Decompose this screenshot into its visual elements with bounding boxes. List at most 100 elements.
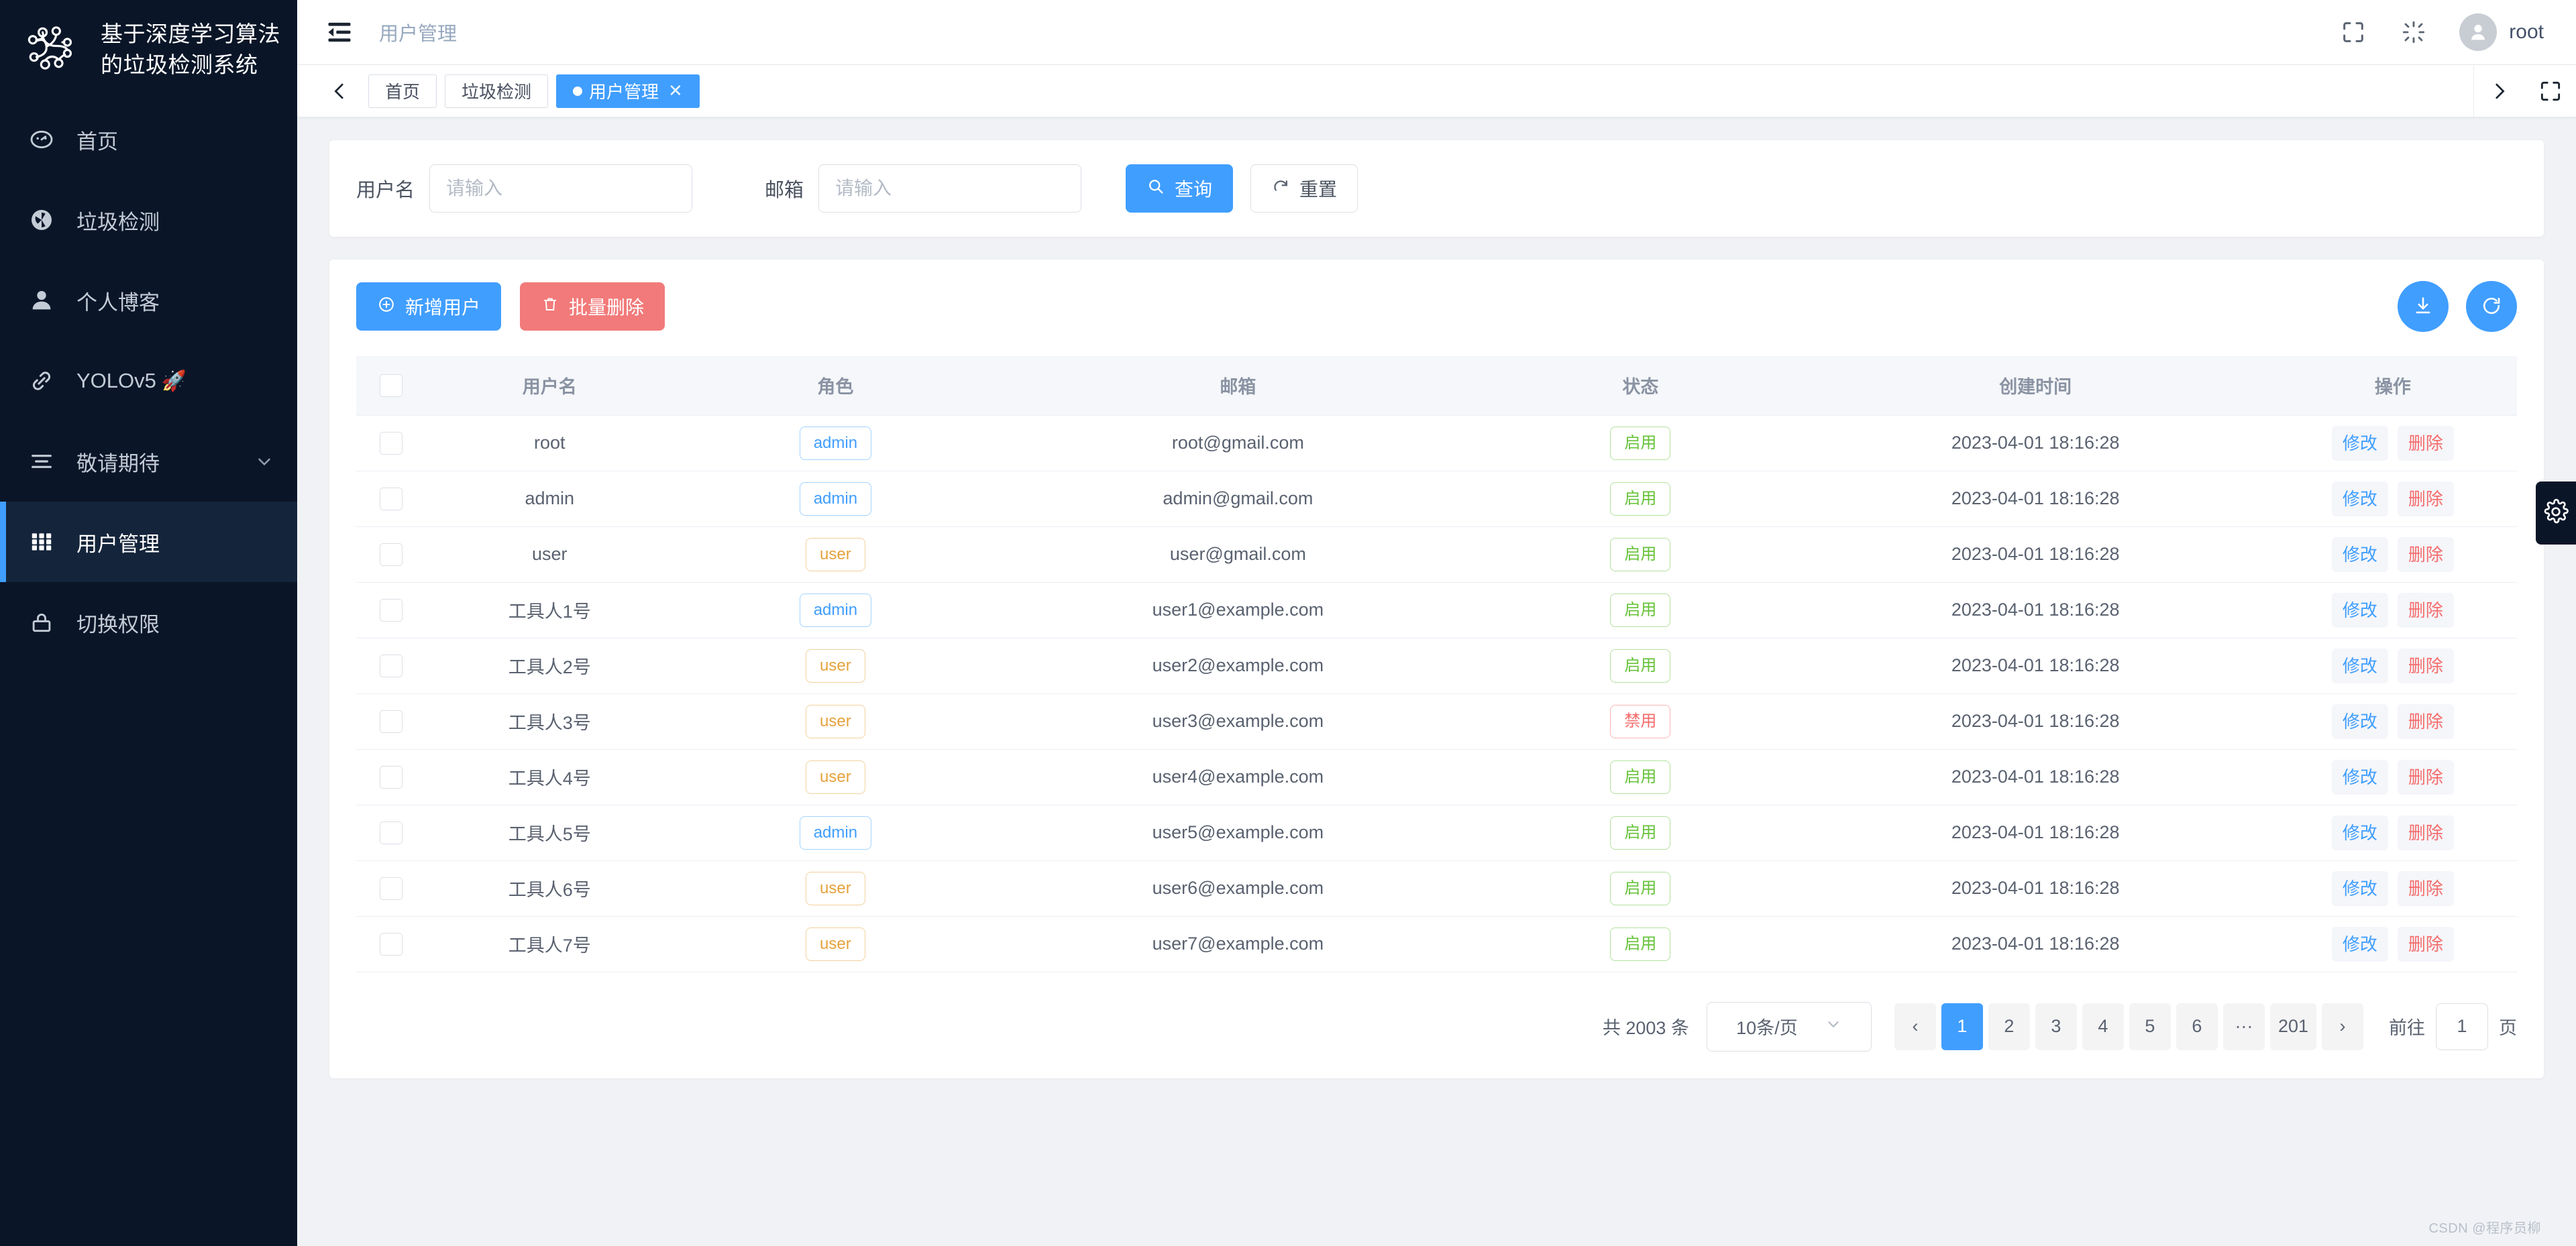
tab-home[interactable]: 首页 xyxy=(368,74,437,108)
cell-email: user5@example.com xyxy=(997,805,1479,861)
breadcrumb[interactable]: 用户管理 xyxy=(379,18,457,46)
edit-button[interactable]: 修改 xyxy=(2331,536,2388,572)
pagination-prev-button[interactable]: ‹ xyxy=(1894,1003,1936,1050)
table-row: user user user@gmail.com 启用 2023-04-01 18:16… xyxy=(356,526,2517,583)
sidebar-item-home[interactable]: 首页 xyxy=(0,99,297,180)
collapse-menu-icon[interactable] xyxy=(324,17,355,48)
sidebar-item-garbage-detection[interactable]: 垃圾检测 xyxy=(0,180,297,260)
edit-button[interactable]: 修改 xyxy=(2331,870,2388,906)
cell-role: admin xyxy=(674,471,998,527)
chevron-down-icon[interactable] xyxy=(254,451,274,471)
pagination-page-button[interactable]: 2 xyxy=(1988,1003,2030,1050)
settings-drawer-handle[interactable] xyxy=(2536,482,2576,545)
page-size-select[interactable]: 10条/页 xyxy=(1706,1001,1872,1052)
edit-button[interactable]: 修改 xyxy=(2331,703,2388,739)
delete-button[interactable]: 删除 xyxy=(2397,703,2454,739)
sidebar-item-yolov5[interactable]: YOLOv5 🚀 xyxy=(0,341,297,421)
pagination-page-button[interactable]: 4 xyxy=(2082,1003,2124,1050)
pagination-ellipsis[interactable]: ··· xyxy=(2222,1003,2265,1050)
row-checkbox[interactable] xyxy=(379,487,402,510)
delete-button[interactable]: 删除 xyxy=(2397,648,2454,683)
cell-operations: 修改 删除 xyxy=(2268,471,2517,527)
cell-created: 2023-04-01 18:16:28 xyxy=(1802,471,2269,527)
sidebar-item-user-management[interactable]: 用户管理 xyxy=(0,502,297,582)
row-select-cell xyxy=(356,471,426,527)
pagination-next-button[interactable]: › xyxy=(2322,1003,2363,1050)
fullscreen-icon[interactable] xyxy=(2339,17,2368,47)
brightness-icon[interactable] xyxy=(2399,17,2428,47)
refresh-table-button[interactable] xyxy=(2466,281,2517,332)
delete-button[interactable]: 删除 xyxy=(2397,815,2454,850)
edit-button[interactable]: 修改 xyxy=(2331,815,2388,850)
delete-button[interactable]: 删除 xyxy=(2397,481,2454,516)
sidebar-item-label: 首页 xyxy=(76,129,118,154)
edit-button[interactable]: 修改 xyxy=(2331,592,2388,628)
delete-button[interactable]: 删除 xyxy=(2397,592,2454,628)
edit-button[interactable]: 修改 xyxy=(2331,425,2388,461)
row-checkbox[interactable] xyxy=(379,654,402,677)
pagination-page-button[interactable]: 1 xyxy=(1941,1003,1983,1050)
table-header-row: 用户名 角色 邮箱 状态 创建时间 操作 xyxy=(356,356,2517,416)
status-badge: 启用 xyxy=(1610,927,1671,961)
pagination-page-button[interactable]: 6 xyxy=(2176,1003,2218,1050)
tab-user-management[interactable]: 用户管理 ✕ xyxy=(556,74,700,108)
pagination-page-button[interactable]: 201 xyxy=(2269,1003,2316,1050)
delete-button[interactable]: 删除 xyxy=(2397,759,2454,795)
column-operations: 操作 xyxy=(2268,356,2517,416)
row-checkbox[interactable] xyxy=(379,710,402,733)
app-logo[interactable]: 基于深度学习算法 的垃圾检测系统 xyxy=(0,0,297,99)
select-all-checkbox[interactable] xyxy=(379,374,402,397)
search-email-input[interactable] xyxy=(818,164,1082,213)
add-user-button-label: 新增用户 xyxy=(405,297,481,318)
row-checkbox[interactable] xyxy=(379,598,402,622)
close-icon[interactable]: ✕ xyxy=(668,80,683,101)
cell-status: 启用 xyxy=(1479,526,1803,583)
delete-button[interactable]: 删除 xyxy=(2397,870,2454,906)
role-badge: user xyxy=(806,537,865,571)
pagination: 共 2003 条 10条/页 ‹ 123456···201 › 前往 页 xyxy=(356,1001,2517,1052)
edit-button[interactable]: 修改 xyxy=(2331,648,2388,683)
edit-button[interactable]: 修改 xyxy=(2331,926,2388,962)
pagination-page-button[interactable]: 3 xyxy=(2035,1003,2077,1050)
chevron-down-icon xyxy=(1825,1015,1842,1037)
cell-created: 2023-04-01 18:16:28 xyxy=(1802,693,2269,750)
cell-status: 启用 xyxy=(1479,805,1803,861)
user-table: 用户名 角色 邮箱 状态 创建时间 操作 root admin root@gmail… xyxy=(356,356,2517,972)
reset-button[interactable]: 重置 xyxy=(1250,164,1358,213)
role-badge: admin xyxy=(799,593,872,627)
batch-delete-button[interactable]: 批量删除 xyxy=(520,282,665,331)
sidebar-item-coming-soon[interactable]: 敬请期待 xyxy=(0,421,297,502)
row-checkbox[interactable] xyxy=(379,821,402,844)
user-menu[interactable]: root xyxy=(2459,13,2544,51)
tab-scroll-right-icon[interactable] xyxy=(2474,65,2525,117)
tab-garbage-detection[interactable]: 垃圾检测 xyxy=(445,74,549,108)
menu-list-icon xyxy=(27,447,56,476)
sidebar-item-personal-blog[interactable]: 个人博客 xyxy=(0,260,297,341)
delete-button[interactable]: 删除 xyxy=(2397,926,2454,962)
query-button[interactable]: 查询 xyxy=(1126,164,1234,213)
jump-page-input[interactable] xyxy=(2436,1003,2488,1050)
download-button[interactable] xyxy=(2398,281,2449,332)
search-username-input[interactable] xyxy=(429,164,693,213)
row-checkbox[interactable] xyxy=(379,543,402,566)
row-checkbox[interactable] xyxy=(379,876,402,900)
role-badge: admin xyxy=(799,815,872,850)
row-checkbox[interactable] xyxy=(379,932,402,956)
delete-button[interactable]: 删除 xyxy=(2397,425,2454,461)
tab-scroll-left-icon[interactable] xyxy=(320,65,359,117)
delete-button[interactable]: 删除 xyxy=(2397,536,2454,572)
add-user-button[interactable]: 新增用户 xyxy=(356,282,502,331)
row-checkbox[interactable] xyxy=(379,765,402,789)
edit-button[interactable]: 修改 xyxy=(2331,481,2388,516)
username-label: root xyxy=(2509,21,2544,43)
pagination-page-button[interactable]: 5 xyxy=(2129,1003,2171,1050)
row-checkbox[interactable] xyxy=(379,431,402,455)
status-badge: 启用 xyxy=(1610,760,1671,794)
trash-icon xyxy=(541,295,559,319)
username-filter: 用户名 xyxy=(356,164,693,213)
row-select-cell xyxy=(356,638,426,694)
table-toolbar: 新增用户 批量删除 xyxy=(356,281,2517,332)
sidebar-item-switch-role[interactable]: 切换权限 xyxy=(0,582,297,663)
tab-fullscreen-icon[interactable] xyxy=(2525,65,2576,117)
edit-button[interactable]: 修改 xyxy=(2331,759,2388,795)
